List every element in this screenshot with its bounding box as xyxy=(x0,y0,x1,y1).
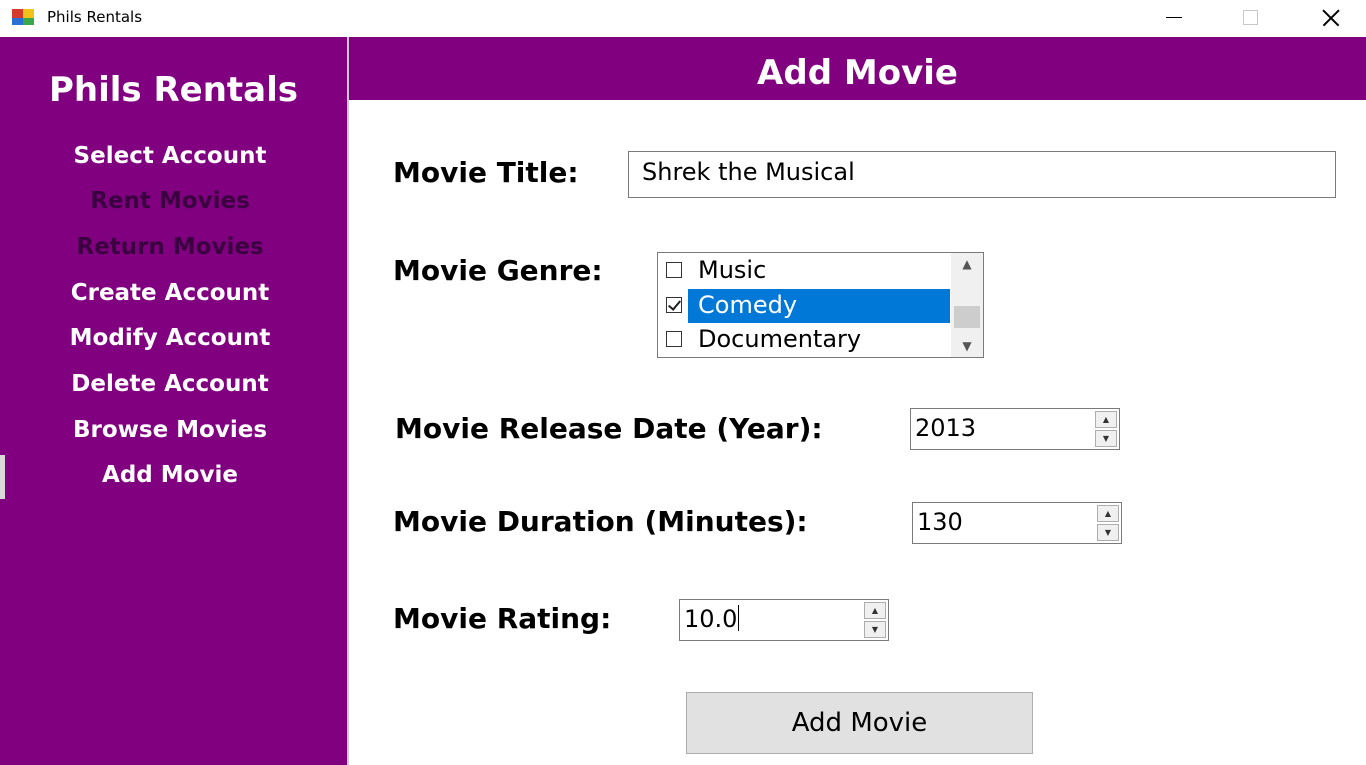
genre-item-music[interactable]: Music xyxy=(658,254,950,288)
sidebar-item-browse-movies[interactable]: Browse Movies xyxy=(0,417,340,443)
movie-title-label: Movie Title: xyxy=(393,156,579,189)
checkbox-icon[interactable] xyxy=(666,331,682,347)
increment-arrow-icon[interactable]: ▲ xyxy=(1095,411,1117,428)
increment-arrow-icon[interactable]: ▲ xyxy=(1097,505,1119,522)
movie-genre-label: Movie Genre: xyxy=(393,254,603,287)
sidebar-item-select-account[interactable]: Select Account xyxy=(0,143,340,169)
duration-stepper[interactable]: 130 ▲ ▼ xyxy=(912,502,1122,544)
page-header: Add Movie xyxy=(349,37,1366,100)
sidebar-item-modify-account[interactable]: Modify Account xyxy=(0,325,340,351)
release-year-label: Movie Release Date (Year): xyxy=(395,412,823,445)
genre-item-label: Documentary xyxy=(698,325,862,353)
movie-title-value: Shrek the Musical xyxy=(642,158,855,186)
movie-title-input[interactable]: Shrek the Musical xyxy=(628,151,1336,198)
text-cursor xyxy=(738,605,740,631)
scrollbar-thumb[interactable] xyxy=(954,306,980,328)
genre-item-label: Music xyxy=(698,256,767,284)
genre-scrollbar[interactable]: ▲ ▼ xyxy=(951,253,983,357)
sidebar-item-rent-movies[interactable]: Rent Movies xyxy=(0,188,340,214)
duration-spinner: ▲ ▼ xyxy=(1097,505,1119,541)
scroll-up-icon[interactable]: ▲ xyxy=(951,253,983,275)
decrement-arrow-icon[interactable]: ▼ xyxy=(1097,524,1119,541)
release-year-spinner: ▲ ▼ xyxy=(1095,411,1117,447)
duration-value: 130 xyxy=(917,508,963,536)
release-year-value: 2013 xyxy=(915,414,977,442)
minimize-button[interactable] xyxy=(1132,0,1212,35)
checkbox-icon[interactable] xyxy=(666,262,682,278)
maximize-button[interactable] xyxy=(1212,0,1292,35)
rating-spinner: ▲ ▼ xyxy=(864,602,886,638)
page-title: Add Movie xyxy=(757,53,958,93)
sidebar-app-title: Phils Rentals xyxy=(48,70,299,110)
window-title-bar: Phils Rentals xyxy=(0,0,1366,37)
increment-arrow-icon[interactable]: ▲ xyxy=(864,602,886,619)
app-icon xyxy=(12,9,34,25)
sidebar-item-return-movies[interactable]: Return Movies xyxy=(0,234,340,260)
rating-label: Movie Rating: xyxy=(393,602,612,635)
release-year-stepper[interactable]: 2013 ▲ ▼ xyxy=(910,408,1120,450)
duration-label: Movie Duration (Minutes): xyxy=(393,505,808,538)
checkbox-checked-icon[interactable] xyxy=(666,297,682,313)
sidebar-item-delete-account[interactable]: Delete Account xyxy=(0,371,340,397)
rating-value: 10.0 xyxy=(684,605,738,633)
genre-item-documentary[interactable]: Documentary xyxy=(658,323,950,357)
scroll-down-icon[interactable]: ▼ xyxy=(951,335,983,357)
decrement-arrow-icon[interactable]: ▼ xyxy=(864,621,886,638)
sidebar-item-add-movie[interactable]: Add Movie xyxy=(0,462,340,488)
active-item-indicator xyxy=(0,455,5,499)
sidebar-divider xyxy=(347,37,349,765)
sidebar-item-create-account[interactable]: Create Account xyxy=(0,280,340,306)
close-button[interactable] xyxy=(1290,0,1366,35)
sidebar: Phils Rentals Select Account Rent Movies… xyxy=(0,37,347,765)
rating-stepper[interactable]: 10.0 ▲ ▼ xyxy=(679,599,889,641)
window-title: Phils Rentals xyxy=(47,8,143,26)
movie-genre-checklist[interactable]: Music Comedy Documentary ▲ ▼ xyxy=(657,252,984,358)
add-movie-button[interactable]: Add Movie xyxy=(686,692,1033,754)
genre-item-comedy[interactable]: Comedy xyxy=(658,289,950,323)
decrement-arrow-icon[interactable]: ▼ xyxy=(1095,430,1117,447)
genre-item-label: Comedy xyxy=(698,291,798,319)
